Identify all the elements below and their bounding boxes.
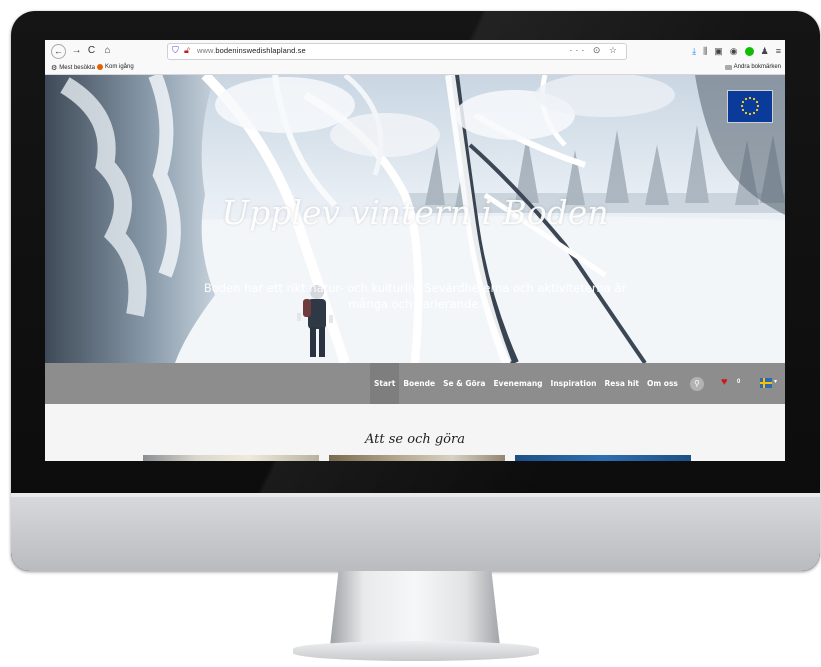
url-host: bodeninswedishlapland.se bbox=[215, 46, 306, 55]
monitor-stand bbox=[330, 571, 500, 646]
search-icon[interactable]: ⚲ bbox=[689, 376, 704, 391]
nav-item-boende[interactable]: Boende bbox=[399, 363, 439, 404]
monitor-chin bbox=[11, 493, 820, 571]
download-icon[interactable]: ⤓ bbox=[692, 46, 696, 57]
url-text: www.bodeninswedishlapland.se bbox=[197, 46, 306, 55]
monitor-chin-edge bbox=[11, 493, 820, 497]
bookmark-getting-started[interactable]: Kom igång bbox=[97, 64, 134, 70]
activity-card-image[interactable] bbox=[329, 455, 505, 461]
extension-icon[interactable]: ◉ bbox=[730, 46, 738, 57]
other-bookmarks[interactable]: Andra bokmärken bbox=[724, 64, 781, 70]
nav-item-start[interactable]: Start bbox=[370, 363, 400, 404]
menu-icon[interactable]: ≡ bbox=[776, 46, 781, 56]
url-prefix: www. bbox=[197, 46, 216, 55]
eu-stars bbox=[740, 96, 760, 116]
screen: ← → C ⌂ ⛉ 🔓︎ www.bodeninswedishlapland.s… bbox=[45, 40, 785, 461]
insecure-lock-icon[interactable]: 🔓︎ bbox=[184, 45, 190, 56]
gear-icon: ⚙ bbox=[51, 65, 58, 72]
grammarly-extension-icon[interactable] bbox=[744, 46, 754, 56]
bookmarks-bar: ⚙ Mest besökta Kom igång Andra bokmärken bbox=[45, 62, 785, 75]
nav-item-om-oss[interactable]: Om oss bbox=[643, 363, 682, 404]
nav-item-se-gora[interactable]: Se & Göra bbox=[439, 363, 489, 404]
hero-banner: Upplev vintern i Boden Boden har ett rik… bbox=[45, 75, 785, 363]
back-arrow-icon[interactable]: ← bbox=[51, 44, 66, 59]
activity-card-image[interactable] bbox=[515, 455, 691, 461]
reload-icon[interactable]: C bbox=[84, 43, 99, 58]
eu-flag-logo bbox=[727, 90, 773, 123]
tracking-shield-icon[interactable]: ⛉ bbox=[172, 45, 179, 56]
nav-item-inspiration[interactable]: Inspiration bbox=[547, 363, 601, 404]
section-title: Att se och göra bbox=[365, 432, 465, 447]
heart-icon[interactable]: ♥ bbox=[721, 376, 728, 388]
firefox-icon bbox=[97, 64, 103, 70]
chevron-down-icon[interactable]: ▾ bbox=[774, 378, 777, 385]
other-bookmarks-label: Andra bokmärken bbox=[733, 64, 781, 70]
bookmark-label: Kom igång bbox=[105, 64, 134, 70]
hero-title: Upplev vintern i Boden bbox=[221, 193, 609, 232]
url-bar[interactable]: ⛉ 🔓︎ www.bodeninswedishlapland.se ··· ⊙ … bbox=[167, 43, 627, 60]
folder-icon bbox=[724, 64, 732, 70]
fx-account-icon[interactable]: ♟ bbox=[761, 46, 769, 57]
browser-toolbar: ← → C ⌂ ⛉ 🔓︎ www.bodeninswedishlapland.s… bbox=[45, 40, 785, 63]
nav-item-resa-hit[interactable]: Resa hit bbox=[601, 363, 644, 404]
content-section: Att se och göra bbox=[45, 404, 785, 461]
hero-subtitle: Boden har ett rikt natur- och kulturliv.… bbox=[203, 281, 627, 311]
site-nav: Start Boende Se & Göra Evenemang Inspira… bbox=[45, 363, 785, 404]
favorites-count: 0 bbox=[737, 379, 741, 385]
sidebar-icon[interactable]: ▣ bbox=[714, 46, 723, 57]
forward-arrow-icon[interactable]: → bbox=[69, 43, 84, 58]
bookmark-label: Mest besökta bbox=[59, 65, 95, 71]
library-icon[interactable]: ⫼ bbox=[703, 46, 707, 57]
swedish-flag-icon[interactable] bbox=[760, 378, 772, 388]
activity-card-image[interactable] bbox=[143, 455, 319, 461]
bookmark-most-visited[interactable]: ⚙ Mest besökta bbox=[51, 64, 95, 72]
toolbar-icons: ⤓ ⫼ ▣ ◉ ♟ ≡ bbox=[692, 44, 781, 58]
monitor-stand-base bbox=[293, 641, 539, 661]
nav-item-evenemang[interactable]: Evenemang bbox=[489, 363, 546, 404]
nav-menu: Start Boende Se & Göra Evenemang Inspira… bbox=[370, 363, 704, 404]
home-icon[interactable]: ⌂ bbox=[100, 43, 115, 58]
page-actions[interactable]: ··· ⊙ ☆ bbox=[569, 45, 620, 56]
